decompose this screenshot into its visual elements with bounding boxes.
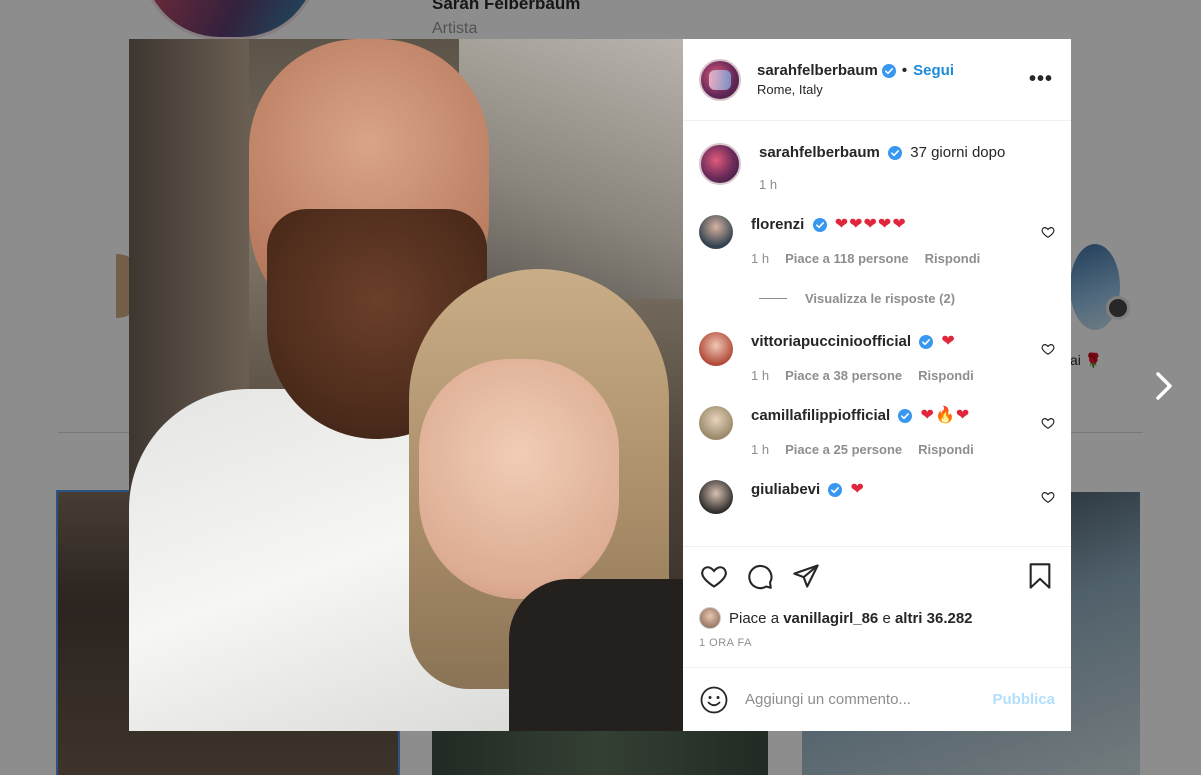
comment-username[interactable]: giuliabevi — [751, 481, 820, 498]
heart-icon[interactable] — [1041, 416, 1055, 430]
caption-text: 37 giorni dopo — [910, 144, 1006, 161]
post-actions-bar — [683, 547, 1071, 605]
share-icon[interactable] — [791, 561, 821, 591]
verified-badge-icon — [919, 335, 934, 350]
heart-icon[interactable] — [699, 561, 729, 591]
comment-time: 1 h — [751, 368, 770, 383]
caption-username[interactable]: sarahfelberbaum — [759, 144, 880, 161]
post-sidebar: sarahfelberbaum • Segui Rome, Italy ••• … — [683, 39, 1071, 731]
comment-time: 1 h — [751, 251, 770, 266]
publish-button[interactable]: Pubblica — [992, 691, 1055, 708]
comment-likes[interactable]: Piace a 118 persone — [785, 249, 909, 269]
comment-icon[interactable] — [745, 561, 775, 591]
verified-badge-icon — [898, 409, 913, 424]
verified-badge-icon — [881, 63, 896, 78]
author-username[interactable]: sarahfelberbaum — [757, 62, 878, 79]
author-avatar[interactable] — [699, 58, 741, 101]
bookmark-icon[interactable] — [1025, 561, 1055, 591]
follow-button[interactable]: Segui — [913, 62, 954, 79]
view-replies-button[interactable]: Visualizza le risposte (2) — [759, 291, 1055, 306]
post-timestamp[interactable]: 1 ORA FA — [683, 637, 1071, 667]
comment-avatar[interactable] — [699, 332, 733, 366]
comment-item: giuliabevi ❤ — [699, 480, 1055, 514]
comment-avatar[interactable] — [699, 406, 733, 440]
post-caption: sarahfelberbaum 37 giorni dopo 1 h — [699, 143, 1055, 195]
verified-badge-icon — [888, 146, 903, 161]
comment-username[interactable]: vittoriapuccinioofficial — [751, 333, 911, 350]
caption-avatar[interactable] — [699, 143, 741, 185]
liked-by-user[interactable]: vanillagirl_86 — [783, 610, 878, 627]
likes-summary: Piace a vanillagirl_86 e altri 36.282 — [683, 605, 1071, 631]
comment-likes[interactable]: Piace a 25 persone — [785, 440, 902, 460]
comment-text: ❤🔥❤ — [920, 407, 971, 424]
comment-avatar[interactable] — [699, 215, 733, 249]
heart-icon[interactable] — [1041, 225, 1055, 239]
likes-others[interactable]: altri 36.282 — [895, 610, 973, 627]
likes-prefix: Piace a — [729, 609, 780, 627]
comment-input[interactable] — [745, 691, 993, 708]
comment-text: ❤❤❤❤❤ — [834, 216, 907, 233]
heart-icon[interactable] — [1041, 490, 1055, 504]
emoji-icon[interactable] — [699, 685, 729, 715]
add-comment-bar: Pubblica — [683, 667, 1071, 731]
more-icon[interactable]: ••• — [1027, 68, 1055, 91]
comment-item: camillafilippiofficial ❤🔥❤ 1 h Piace a 2… — [699, 406, 1055, 460]
comment-item: vittoriapuccinioofficial ❤ 1 h Piace a 3… — [699, 332, 1055, 386]
post-modal: sarahfelberbaum • Segui Rome, Italy ••• … — [129, 39, 1071, 731]
liker-avatar[interactable] — [699, 607, 721, 629]
comment-avatar[interactable] — [699, 480, 733, 514]
comment-item: florenzi ❤❤❤❤❤ 1 h Piace a 118 persone R… — [699, 215, 1055, 269]
comment-text: ❤ — [850, 481, 865, 498]
post-location[interactable]: Rome, Italy — [757, 82, 1027, 97]
post-header: sarahfelberbaum • Segui Rome, Italy ••• — [683, 39, 1071, 121]
reply-button[interactable]: Rispondi — [918, 366, 974, 386]
caption-time: 1 h — [759, 177, 778, 192]
reply-button[interactable]: Rispondi — [925, 249, 981, 269]
comment-text: ❤ — [941, 333, 956, 350]
chevron-right-icon[interactable] — [1150, 368, 1176, 404]
comment-likes[interactable]: Piace a 38 persone — [785, 366, 902, 386]
likes-mid: e — [882, 609, 891, 627]
comment-time: 1 h — [751, 442, 770, 457]
comment-username[interactable]: camillafilippiofficial — [751, 407, 890, 424]
reply-button[interactable]: Rispondi — [918, 440, 974, 460]
verified-badge-icon — [812, 218, 827, 233]
comments-list[interactable]: sarahfelberbaum 37 giorni dopo 1 h flore… — [683, 121, 1071, 547]
verified-badge-icon — [828, 483, 843, 498]
post-photo[interactable] — [129, 39, 683, 731]
comment-username[interactable]: florenzi — [751, 216, 804, 233]
header-separator: • — [901, 62, 908, 79]
heart-icon[interactable] — [1041, 342, 1055, 356]
